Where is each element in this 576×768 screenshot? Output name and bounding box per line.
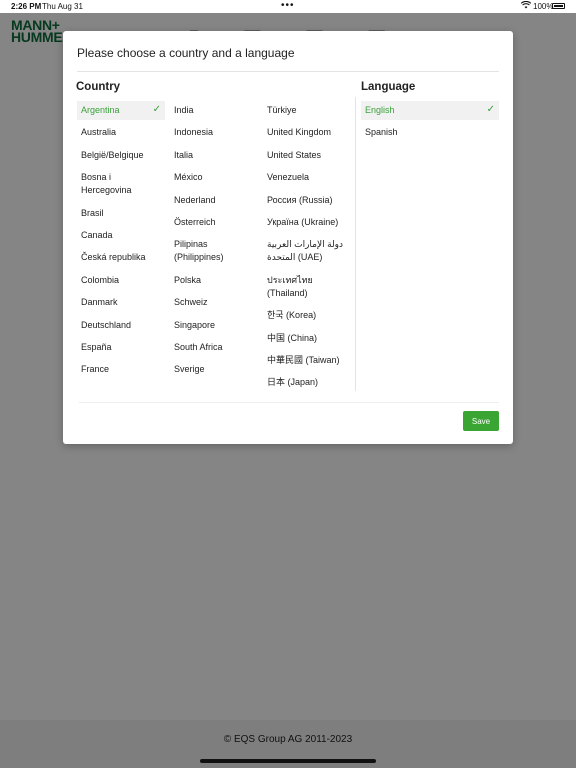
country-option[interactable]: España (77, 338, 165, 357)
country-option-label: 日本 (Japan) (267, 377, 319, 388)
language-option-label: English (365, 105, 395, 115)
checkmark-icon: ✓ (152, 104, 161, 115)
country-option[interactable]: Deutschland (77, 316, 165, 335)
language-list: English ✓ Spanish (361, 101, 499, 146)
battery-icon (552, 3, 565, 9)
language-option[interactable]: English ✓ (361, 101, 499, 120)
country-option[interactable]: Venezuela (263, 168, 353, 187)
footer-copyright: © EQS Group AG 2011-2023 (223, 734, 353, 745)
battery-percent: 100% (533, 2, 554, 11)
country-option[interactable]: Colombia (77, 271, 165, 290)
country-option-label: Nederland (174, 194, 216, 205)
country-option[interactable]: Danmark (77, 293, 165, 312)
column-divider (355, 97, 356, 391)
status-date: Thu Aug 31 (42, 2, 83, 11)
country-column-3: Türkiye United Kingdom United States Venezu… (263, 101, 353, 396)
country-option[interactable]: Türkiye (263, 101, 353, 120)
dialog-divider (77, 71, 499, 72)
country-option[interactable]: 日本 (Japan) (263, 373, 353, 392)
country-option[interactable]: België/Belgique (77, 146, 165, 165)
home-indicator[interactable] (200, 759, 376, 763)
country-option[interactable]: United Kingdom (263, 123, 353, 142)
country-option-label: España (81, 341, 112, 352)
country-option[interactable]: Україна (Ukraine) (263, 213, 353, 232)
country-option-label: 中華民國 (Taiwan) (267, 354, 340, 365)
country-option[interactable]: Česká republika (77, 248, 165, 267)
country-option-label: Česká republika (81, 252, 146, 263)
country-option-label: Brasil (81, 207, 104, 218)
country-option[interactable]: Schweiz (170, 293, 258, 312)
language-heading: Language (361, 81, 416, 93)
country-option[interactable]: Singapore (170, 316, 258, 335)
country-option-label: دولة الإمارات العربية المتحدة (UAE) (267, 239, 344, 263)
country-option-label: Pilipinas (Philippines) (174, 239, 224, 263)
country-option[interactable]: Österreich (170, 213, 258, 232)
country-option[interactable]: Nederland (170, 191, 258, 210)
country-option[interactable]: ประเทศไทย (Thailand) (263, 271, 353, 303)
save-button[interactable]: Save (463, 411, 499, 431)
country-option-label: United States (267, 149, 322, 160)
country-option[interactable]: Italia (170, 146, 258, 165)
country-option[interactable]: 中国 (China) (263, 329, 353, 348)
country-column-2: India Indonesia Italia México Nederland Öster… (170, 101, 258, 383)
wifi-icon (520, 0, 532, 11)
country-option[interactable]: Argentina ✓ (77, 101, 165, 120)
country-option-label: Sverige (174, 364, 205, 375)
country-option[interactable]: Australia (77, 123, 165, 142)
country-option-label: South Africa (174, 341, 223, 352)
country-option-label: Colombia (81, 274, 120, 285)
dialog-footer-divider (79, 402, 499, 403)
country-option[interactable]: France (77, 360, 165, 379)
country-language-dialog: Please choose a country and a language C… (63, 31, 513, 444)
country-option-label: Argentina (81, 105, 120, 115)
country-option-label: Bosna i Hercegovina (81, 172, 132, 196)
country-option[interactable]: Polska (170, 271, 258, 290)
country-option-label: ประเทศไทย (Thailand) (267, 274, 313, 298)
country-heading: Country (76, 81, 121, 93)
country-option[interactable]: دولة الإمارات العربية المتحدة (UAE) (263, 235, 353, 267)
status-bar: 2:26 PM Thu Aug 31 ••• 100% (0, 0, 576, 13)
country-option-label: India (174, 105, 194, 115)
country-option[interactable]: 한국 (Korea) (263, 306, 353, 325)
country-option-label: Österreich (174, 216, 216, 227)
country-option[interactable]: México (170, 168, 258, 187)
country-option[interactable]: Pilipinas (Philippines) (170, 235, 258, 267)
country-option-label: Polska (174, 274, 202, 285)
country-column-1: Argentina ✓ Australia België/Belgique Bosna … (77, 101, 165, 383)
country-option-label: Schweiz (174, 297, 208, 308)
country-option-label: Australia (81, 127, 117, 138)
country-option-label: United Kingdom (267, 127, 332, 138)
language-option[interactable]: Spanish (361, 123, 499, 142)
country-option-label: 中国 (China) (267, 332, 318, 343)
country-option-label: Indonesia (174, 127, 214, 138)
country-option-label: België/Belgique (81, 149, 144, 160)
country-option-label: Singapore (174, 319, 216, 330)
country-option[interactable]: Canada (77, 226, 165, 245)
country-option[interactable]: Sverige (170, 360, 258, 379)
country-option-label: México (174, 172, 203, 183)
country-option-label: Venezuela (267, 172, 310, 183)
language-option-label: Spanish (365, 127, 398, 138)
country-option[interactable]: 中華民國 (Taiwan) (263, 351, 353, 370)
country-option-label: Canada (81, 229, 113, 240)
country-option[interactable]: Indonesia (170, 123, 258, 142)
checkmark-icon: ✓ (486, 104, 495, 115)
country-option-label: Україна (Ukraine) (267, 216, 339, 227)
country-option[interactable]: South Africa (170, 338, 258, 357)
status-time: 2:26 PM (11, 2, 42, 11)
country-option-label: Italia (174, 149, 194, 160)
country-option-label: Türkiye (267, 105, 297, 115)
country-option[interactable]: India (170, 101, 258, 120)
country-option[interactable]: United States (263, 146, 353, 165)
multitasking-dots[interactable]: ••• (281, 0, 295, 11)
country-option-label: Россия (Russia) (267, 194, 333, 205)
country-option[interactable]: Россия (Russia) (263, 191, 353, 210)
country-option[interactable]: Bosna i Hercegovina (77, 168, 165, 200)
country-option-label: Deutschland (81, 319, 132, 330)
country-option-label: 한국 (Korea) (267, 310, 317, 321)
country-option[interactable]: Brasil (77, 204, 165, 223)
dialog-title: Please choose a country and a language (77, 46, 295, 60)
country-option-label: Danmark (81, 297, 118, 308)
country-option-label: France (81, 364, 110, 375)
